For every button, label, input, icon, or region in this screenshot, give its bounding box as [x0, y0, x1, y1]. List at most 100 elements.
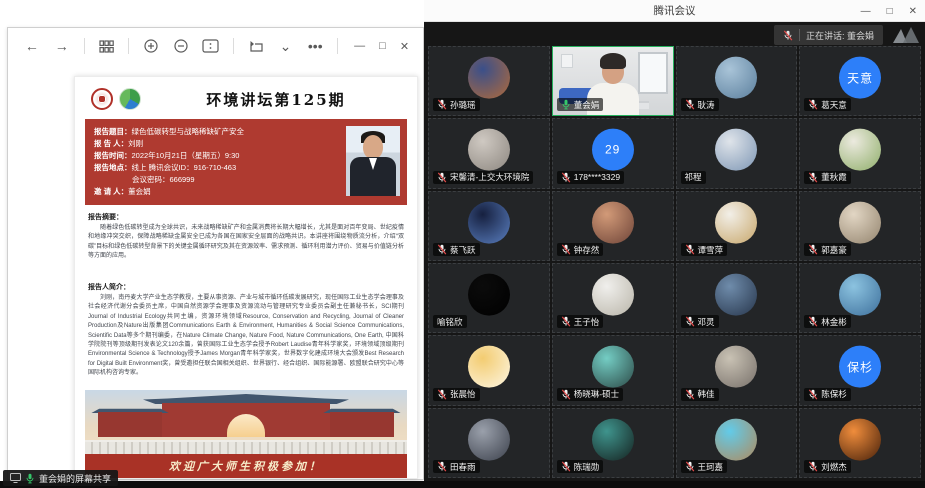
participant-name: 王珂嘉: [698, 461, 724, 473]
divider: [799, 29, 800, 41]
participant-name: 祁程: [685, 171, 702, 183]
participant-tile[interactable]: 郭嘉豪: [799, 191, 921, 261]
mic-muted-icon: [808, 244, 818, 255]
participant-avatar: [715, 57, 757, 99]
more-options-icon[interactable]: •••: [305, 35, 325, 57]
screen-bottom-edge: [0, 481, 925, 488]
participant-tile[interactable]: 田春雨: [428, 408, 550, 478]
participant-tile[interactable]: 保杉 陈保杉: [799, 335, 921, 405]
participant-tile[interactable]: 杨晓琳-硕士: [552, 335, 674, 405]
info-line: 报告题目：绿色低碳转型与战略稀缺矿产安全: [94, 126, 339, 138]
poster-header: 环境讲坛第125期: [75, 77, 417, 115]
name-chip: 祁程: [681, 171, 706, 184]
participant-tile[interactable]: 刘燃杰: [799, 408, 921, 478]
zoom-in-icon[interactable]: [141, 35, 161, 57]
participant-name: 耿涛: [698, 99, 715, 111]
mic-muted-icon: [685, 316, 695, 327]
viewer-window-controls: — □ ✕: [335, 38, 409, 54]
close-button[interactable]: ✕: [909, 6, 917, 17]
mic-muted-icon: [561, 172, 571, 183]
page-thumbnails-icon[interactable]: [97, 35, 117, 57]
info-line: 报告地点：线上 腾讯会议ID：916-710-463: [94, 162, 339, 174]
tencent-meeting-window: 腾讯会议 — □ ✕ 正在讲话: 董会娟 孙璐瑶: [424, 0, 925, 481]
participant-avatar: [839, 418, 881, 460]
participant-tile[interactable]: 韩佳: [676, 335, 798, 405]
mic-muted-icon: [437, 389, 447, 400]
participant-name: 刘燃杰: [821, 461, 847, 473]
mic-muted-icon: [685, 389, 695, 400]
toolbar-divider: [128, 38, 129, 54]
participant-tile[interactable]: 林金彬: [799, 263, 921, 333]
marble-fence: [85, 440, 407, 454]
name-chip: 178****3329: [557, 171, 624, 184]
participant-tile[interactable]: 陈瑞勋: [552, 408, 674, 478]
name-chip: 董秋霞: [804, 171, 851, 184]
actual-size-icon[interactable]: [201, 35, 221, 57]
participant-avatar: 保杉: [839, 346, 881, 388]
name-chip: 蔡飞跃: [433, 243, 480, 256]
environment-college-logo-icon: [119, 88, 141, 110]
mic-muted-icon: [685, 244, 695, 255]
zoom-out-icon[interactable]: [171, 35, 191, 57]
name-chip: 王珂嘉: [681, 460, 728, 473]
participant-tile[interactable]: 耿涛: [676, 46, 798, 116]
name-chip: 邓灵: [681, 315, 719, 328]
info-line: 会议密码：666999: [94, 174, 339, 186]
mic-muted-icon: [808, 99, 818, 110]
toolbar-divider: [233, 38, 234, 54]
participant-tile[interactable]: 29 178****3329: [552, 118, 674, 188]
poster-title: 环境讲坛第125期: [141, 89, 403, 110]
participant-tile[interactable]: 喻铭欣: [428, 263, 550, 333]
mic-muted-icon: [561, 316, 571, 327]
participant-avatar: [715, 274, 757, 316]
participant-name: 谭雪萍: [698, 244, 724, 256]
participant-tile[interactable]: 王珂嘉: [676, 408, 798, 478]
participant-tile[interactable]: 钟存然: [552, 191, 674, 261]
participant-name: 孙璐瑶: [450, 99, 476, 111]
name-chip: 杨晓琳-硕士: [557, 388, 623, 401]
participant-avatar: [468, 57, 510, 99]
name-chip: 郭嘉豪: [804, 243, 851, 256]
active-speaker-label: 正在讲话: 董会娟: [806, 29, 874, 42]
minimize-button[interactable]: —: [354, 40, 365, 52]
rotate-icon[interactable]: [246, 35, 266, 57]
participant-tile[interactable]: 宋馨清-上交大环境院: [428, 118, 550, 188]
participant-avatar: [839, 201, 881, 243]
close-button[interactable]: ✕: [400, 40, 409, 53]
mic-muted-icon: [685, 461, 695, 472]
participant-tile[interactable]: 谭雪萍: [676, 191, 798, 261]
meeting-window-controls: — □ ✕: [861, 0, 917, 22]
chevron-down-icon[interactable]: ⌄: [276, 35, 296, 57]
name-chip: 钟存然: [557, 243, 604, 256]
mic-muted-icon: [685, 99, 695, 110]
maximize-button[interactable]: □: [379, 40, 386, 52]
participant-tile[interactable]: 王子怡: [552, 263, 674, 333]
maximize-button[interactable]: □: [887, 6, 893, 17]
toolbar-divider: [84, 38, 85, 54]
screen-icon: [10, 473, 21, 483]
abstract-text: 随着绿色低碳转型成为全球共识，未来战略稀缺矿产和金属消费将长期大幅增长，尤其是面…: [88, 224, 404, 262]
abstract-section: 报告摘要： 随着绿色低碳转型成为全球共识，未来战略稀缺矿产和金属消费将长期大幅增…: [88, 212, 404, 276]
participant-tile[interactable]: 邓灵: [676, 263, 798, 333]
participant-tile[interactable]: 祁程: [676, 118, 798, 188]
participant-tile[interactable]: 孙璐瑶: [428, 46, 550, 116]
mic-on-icon: [25, 473, 35, 484]
participant-tile[interactable]: 张晨怡: [428, 335, 550, 405]
participant-tile[interactable]: 董会娟: [552, 46, 674, 116]
participant-avatar: [468, 418, 510, 460]
forward-icon[interactable]: →: [52, 35, 72, 57]
participant-tile[interactable]: 天意 葛天意: [799, 46, 921, 116]
participant-avatar: [839, 274, 881, 316]
screen-share-indicator[interactable]: 董会娟的屏幕共享: [3, 470, 118, 486]
toolbar-divider: [337, 38, 338, 54]
back-icon[interactable]: ←: [22, 35, 42, 57]
name-chip: 谭雪萍: [681, 243, 728, 256]
participant-avatar: [715, 418, 757, 460]
name-chip: 王子怡: [557, 315, 604, 328]
participant-tile[interactable]: 蔡飞跃: [428, 191, 550, 261]
participant-tile[interactable]: 董秋霞: [799, 118, 921, 188]
mic-muted-icon: [561, 244, 571, 255]
participant-name: 林金彬: [821, 316, 847, 328]
name-chip: 张晨怡: [433, 388, 480, 401]
minimize-button[interactable]: —: [861, 6, 871, 17]
